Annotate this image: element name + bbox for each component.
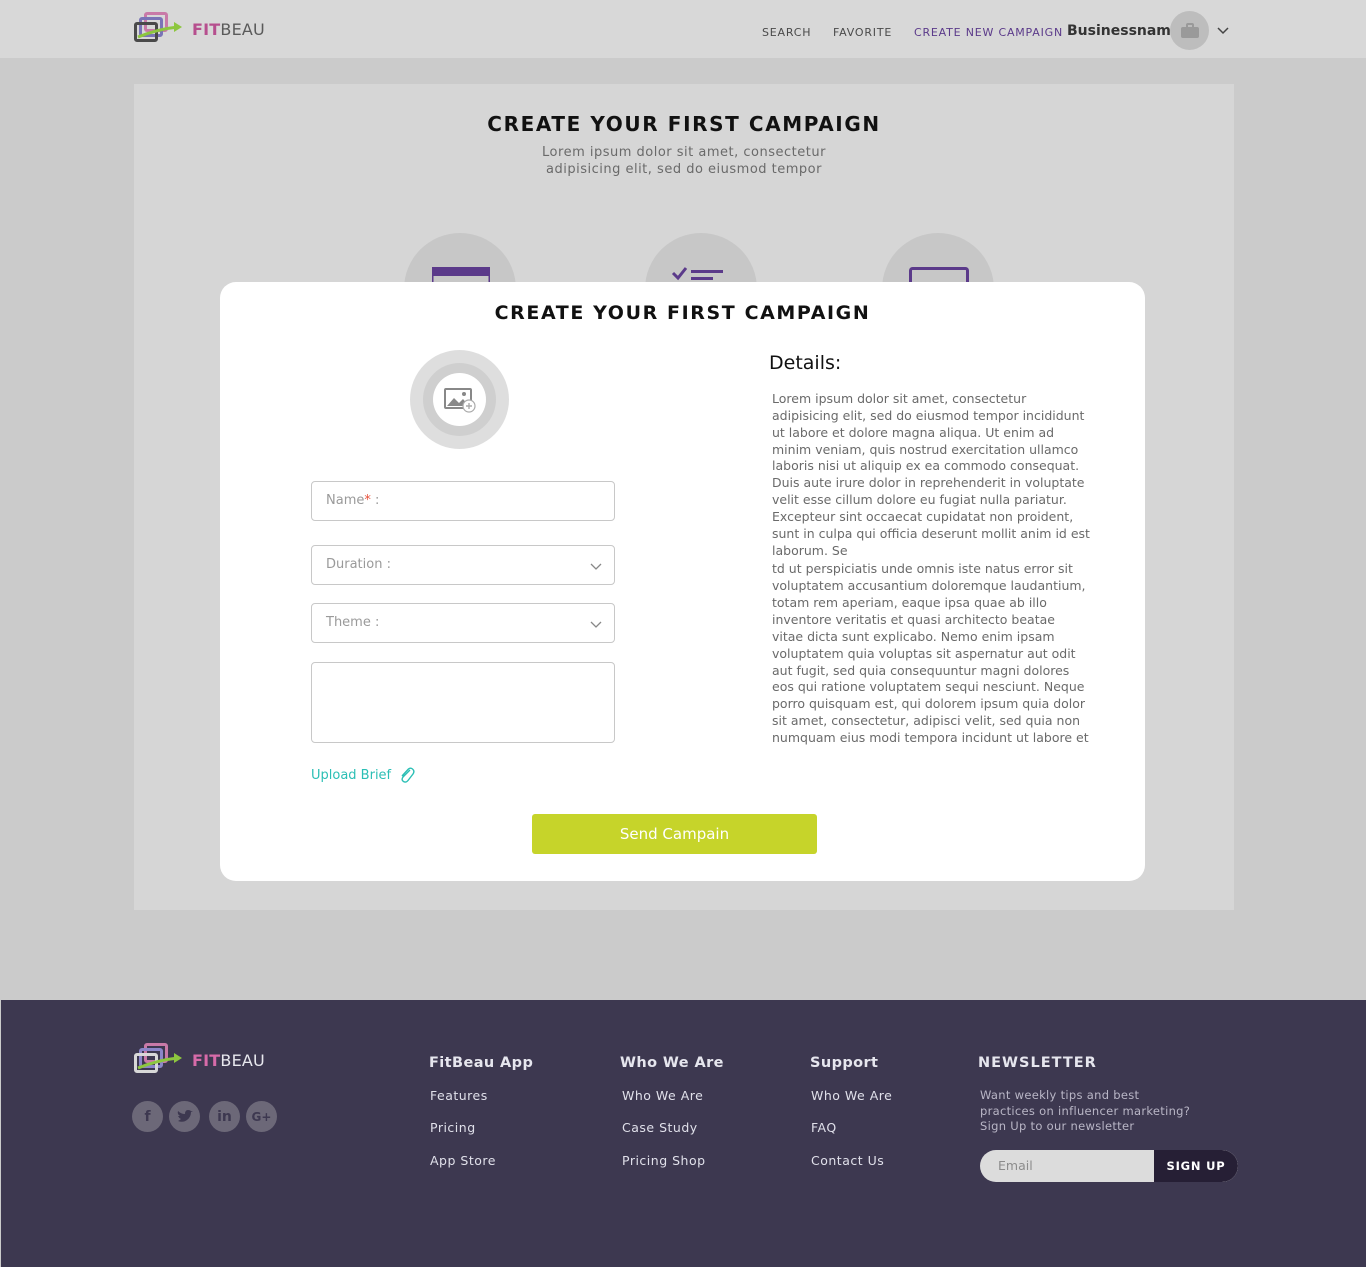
- chevron-down-icon: [590, 621, 602, 628]
- nav-create-campaign[interactable]: CREATE NEW CAMPAIGN: [914, 26, 1063, 39]
- upload-brief-label: Upload Brief: [311, 767, 392, 783]
- nav-favorite[interactable]: FAVORITE: [833, 26, 892, 39]
- details-paragraph-1: Lorem ipsum dolor sit amet, consectetur …: [772, 391, 1090, 558]
- chevron-down-icon[interactable]: [1216, 24, 1230, 38]
- footer-link-who-we-are[interactable]: Who We Are: [622, 1088, 703, 1103]
- footer-link-faq[interactable]: FAQ: [811, 1120, 837, 1135]
- footer-link-who-we-are-support[interactable]: Who We Are: [811, 1088, 892, 1103]
- briefcase-icon: [1180, 22, 1199, 38]
- avatar[interactable]: [1170, 11, 1209, 50]
- page-subtitle: Lorem ipsum dolor sit amet, consectetur …: [542, 145, 826, 177]
- twitter-icon[interactable]: [169, 1101, 200, 1132]
- theme-select[interactable]: Theme :: [311, 603, 615, 643]
- footer-link-features[interactable]: Features: [430, 1088, 488, 1103]
- image-upload[interactable]: [410, 350, 509, 449]
- newsletter-title: NEWSLETTER: [978, 1055, 1097, 1071]
- email-placeholder: Email: [998, 1158, 1033, 1173]
- upload-ring: [423, 363, 496, 436]
- details-text: Lorem ipsum dolor sit amet, consectetur …: [772, 391, 1090, 749]
- create-campaign-modal: CREATE YOUR FIRST CAMPAIGN Name* : Durat…: [220, 282, 1145, 881]
- paperclip-icon: [401, 767, 415, 783]
- page-title: CREATE YOUR FIRST CAMPAIGN: [487, 112, 881, 136]
- footer-logo[interactable]: FITBEAU: [134, 1042, 265, 1078]
- details-paragraph-2: td ut perspiciatis unde omnis iste natus…: [772, 561, 1089, 745]
- newsletter-email-input[interactable]: Email SIGN UP: [980, 1150, 1238, 1182]
- theme-placeholder: Theme :: [326, 615, 380, 630]
- facebook-icon[interactable]: f: [132, 1101, 163, 1132]
- name-field[interactable]: Name* :: [311, 481, 615, 521]
- details-title: Details:: [769, 352, 842, 374]
- logo-mark-icon: [134, 1042, 184, 1078]
- description-textarea[interactable]: [311, 662, 615, 743]
- name-placeholder: Name* :: [326, 493, 380, 508]
- footer-link-app-store[interactable]: App Store: [430, 1153, 496, 1168]
- duration-select[interactable]: Duration :: [311, 545, 615, 585]
- footer-col-title: Support: [810, 1055, 879, 1071]
- top-header: FITBEAU SEARCH FAVORITE CREATE NEW CAMPA…: [0, 0, 1366, 58]
- footer: FITBEAU f in G+ FitBeau App Features Pri…: [1, 1000, 1366, 1267]
- google-plus-icon[interactable]: G+: [246, 1101, 277, 1132]
- footer-col-title: Who We Are: [620, 1055, 724, 1071]
- footer-wordmark: FITBEAU: [192, 1050, 265, 1070]
- footer-link-pricing-shop[interactable]: Pricing Shop: [622, 1153, 706, 1168]
- duration-placeholder: Duration :: [326, 557, 391, 572]
- signup-button[interactable]: SIGN UP: [1154, 1150, 1238, 1182]
- footer-col-title: FitBeau App: [429, 1055, 534, 1071]
- linkedin-icon[interactable]: in: [209, 1101, 240, 1132]
- footer-link-case-study[interactable]: Case Study: [622, 1120, 698, 1135]
- chevron-down-icon: [590, 563, 602, 570]
- nav-search[interactable]: SEARCH: [762, 26, 811, 39]
- upload-inner: [433, 373, 486, 426]
- send-campaign-button[interactable]: Send Campain: [532, 814, 817, 854]
- upload-brief-link[interactable]: Upload Brief: [311, 766, 415, 784]
- footer-link-contact-us[interactable]: Contact Us: [811, 1153, 884, 1168]
- business-name[interactable]: Businessname: [1067, 23, 1180, 39]
- newsletter-text: Want weekly tips and best practices on i…: [980, 1088, 1191, 1133]
- footer-link-pricing[interactable]: Pricing: [430, 1120, 476, 1135]
- modal-title: CREATE YOUR FIRST CAMPAIGN: [494, 302, 871, 324]
- image-add-icon: [443, 387, 476, 413]
